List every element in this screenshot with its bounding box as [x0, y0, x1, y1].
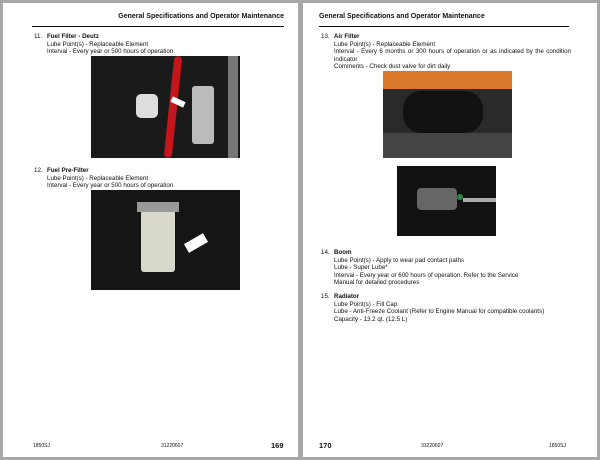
item-number: 15.	[321, 293, 330, 300]
item-fuel-filter: 11. Fuel Filter - Deutz Lube Point(s) - …	[34, 33, 284, 56]
header-rule	[32, 26, 284, 27]
item-line: Capacity - 13.2 qt. (12.5 L)	[334, 315, 408, 323]
page-170: General Specifications and Operator Main…	[303, 3, 597, 457]
item-title: Air Filter	[334, 33, 360, 40]
item-line: Lube - Anti-Freeze Coolant (Refer to Eng…	[334, 308, 545, 316]
item-title: Fuel Filter - Deutz	[47, 33, 99, 40]
item-number: 11.	[34, 33, 43, 40]
air-filter-photo	[383, 71, 512, 158]
item-radiator: 15. Radiator Lube Point(s) - Fill Cap Lu…	[321, 293, 591, 323]
item-title: Boom	[334, 249, 352, 256]
item-title: Fuel Pre-Filter	[47, 167, 89, 174]
item-line: Lube Point(s) - Replaceable Element	[47, 40, 149, 48]
item-air-filter: 13. Air Filter Lube Point(s) - Replaceab…	[321, 33, 571, 71]
item-line: Interval - Every year or 600 hours of op…	[334, 271, 519, 279]
footer-model: 1850SJ	[33, 443, 50, 449]
item-line: Lube - Super Lube*	[334, 264, 388, 272]
footer-model: 1850SJ	[549, 443, 566, 449]
fuel-filter-photo	[91, 56, 240, 158]
item-line: Lube Point(s) - Fill Cap	[334, 300, 398, 308]
page-number: 169	[271, 441, 284, 450]
item-fuel-prefilter: 12. Fuel Pre-Filter Lube Point(s) - Repl…	[34, 167, 284, 190]
item-number: 12.	[34, 167, 43, 174]
page-header: General Specifications and Operator Main…	[319, 13, 485, 20]
item-number: 14.	[321, 249, 330, 256]
item-line: Interval - Every year or 500 hours of op…	[47, 182, 174, 190]
item-line: Lube Point(s) - Apply to wear pad contac…	[334, 256, 465, 264]
item-line: Lube Point(s) - Replaceable Element	[334, 40, 436, 48]
item-line: Manual for detailed procedures	[334, 279, 420, 287]
item-line: Lube Point(s) - Replaceable Element	[47, 174, 149, 182]
footer-doc-number: 31220607	[421, 443, 444, 449]
header-rule	[319, 26, 569, 27]
page-number: 170	[319, 441, 332, 450]
item-title: Radiator	[334, 293, 360, 300]
page-header: General Specifications and Operator Main…	[118, 13, 284, 20]
item-line: Interval - Every year or 500 hours of op…	[47, 48, 174, 56]
item-boom: 14. Boom Lube Point(s) - Apply to wear p…	[321, 249, 583, 287]
air-filter-indicator-photo	[397, 166, 496, 236]
item-number: 13.	[321, 33, 330, 40]
item-line: Interval - Every 6 months or 300 hours o…	[334, 48, 571, 63]
fuel-prefilter-photo	[91, 190, 240, 290]
item-line: Comments - Check dust valve for dirt dai…	[334, 63, 451, 71]
page-169: General Specifications and Operator Main…	[3, 3, 298, 457]
footer-doc-number: 31220607	[161, 443, 184, 449]
